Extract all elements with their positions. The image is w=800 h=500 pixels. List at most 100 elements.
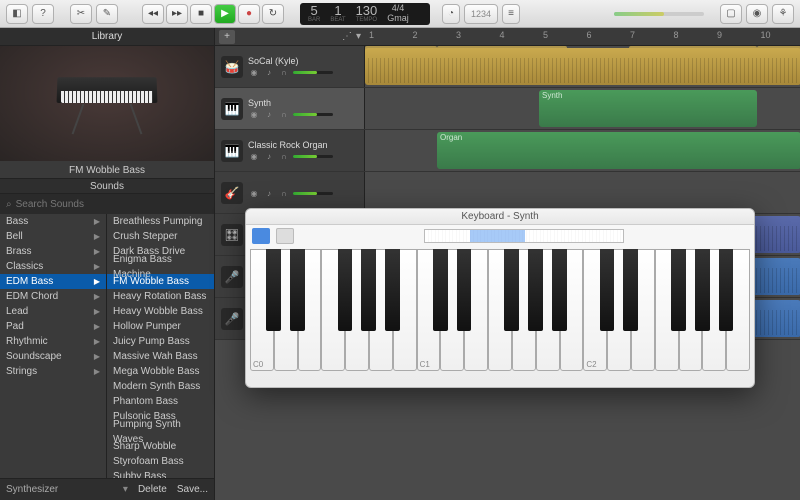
track-name: SoCal (Kyle) [248, 56, 358, 66]
track-volume[interactable] [293, 192, 333, 195]
category-row[interactable]: Bell▶ [0, 229, 106, 244]
patch-row[interactable]: Crush Stepper [107, 229, 214, 244]
solo-icon[interactable]: ♪ [263, 189, 275, 199]
black-key[interactable] [433, 249, 448, 331]
region[interactable]: Organ [437, 132, 800, 169]
region[interactable]: Synth [539, 90, 757, 127]
patch-row[interactable]: Heavy Wobble Bass [107, 304, 214, 319]
stop-button[interactable]: ■ [190, 4, 212, 24]
delete-button[interactable]: Delete [138, 484, 167, 495]
headphone-icon[interactable]: ∩ [278, 110, 290, 120]
black-key[interactable] [361, 249, 376, 331]
patch-row[interactable]: Heavy Rotation Bass [107, 289, 214, 304]
mute-icon[interactable]: ◉ [248, 152, 260, 162]
play-button[interactable]: ▶ [214, 4, 236, 24]
solo-icon[interactable]: ♪ [263, 110, 275, 120]
track-lane[interactable]: Synth [365, 88, 800, 129]
category-row[interactable]: EDM Chord▶ [0, 289, 106, 304]
search-sounds[interactable]: ⌕Search Sounds [0, 194, 214, 214]
patch-row[interactable]: Enigma Bass Machine [107, 259, 214, 274]
mute-icon[interactable]: ◉ [248, 189, 260, 199]
piano-keys[interactable]: C0C1C2 [250, 249, 750, 381]
headphone-icon[interactable]: ∩ [278, 68, 290, 78]
rewind-button[interactable]: ◂◂ [142, 4, 164, 24]
media-browser-icon[interactable]: ⚘ [772, 4, 794, 24]
track-lane[interactable] [365, 172, 800, 213]
track-lane[interactable]: IntroVerse 1ChorusVerse 2 [365, 46, 800, 87]
toolbar: ◧ ? ✂ ✎ ◂◂ ▸▸ ■ ▶ ● ↻ 5BAR 1BEAT 130TEMP… [0, 0, 800, 28]
help-icon[interactable]: ? [32, 4, 54, 24]
ruler-mark: 4 [500, 30, 505, 40]
category-row[interactable]: Strings▶ [0, 364, 106, 379]
track-volume[interactable] [293, 71, 333, 74]
category-row[interactable]: Soundscape▶ [0, 349, 106, 364]
track-lane[interactable]: Organ [365, 130, 800, 171]
catch-icon[interactable]: ▾ [356, 31, 361, 42]
patch-row[interactable]: Hollow Pumper [107, 319, 214, 334]
patch-row[interactable]: Styrofoam Bass [107, 454, 214, 469]
lcd-display[interactable]: 5BAR 1BEAT 130TEMPO 4/4Gmaj [300, 3, 430, 25]
solo-icon[interactable]: ♪ [263, 68, 275, 78]
mute-icon[interactable]: ◉ [248, 110, 260, 120]
headphone-icon[interactable]: ∩ [278, 152, 290, 162]
add-track-button[interactable]: + [219, 30, 235, 44]
automation-icon[interactable]: ⋰ [342, 31, 352, 42]
category-row[interactable]: Pad▶ [0, 319, 106, 334]
keyboard-typing-icon[interactable] [276, 228, 294, 244]
track-row[interactable]: 🥁SoCal (Kyle)◉♪∩IntroVerse 1ChorusVerse … [215, 46, 800, 88]
track-row[interactable]: 🎹Synth◉♪∩Synth [215, 88, 800, 130]
black-key[interactable] [552, 249, 567, 331]
patch-row[interactable]: Mega Wobble Bass [107, 364, 214, 379]
black-key[interactable] [504, 249, 519, 331]
ruler-mark: 5 [543, 30, 548, 40]
patch-row[interactable]: Breathless Pumping [107, 214, 214, 229]
mute-icon[interactable]: ◉ [248, 68, 260, 78]
black-key[interactable] [266, 249, 281, 331]
black-key[interactable] [385, 249, 400, 331]
black-key[interactable] [719, 249, 734, 331]
category-row[interactable]: EDM Bass▶ [0, 274, 106, 289]
keyboard-range-selector[interactable] [424, 229, 624, 243]
patch-row[interactable]: Phantom Bass [107, 394, 214, 409]
black-key[interactable] [457, 249, 472, 331]
count-in-icon[interactable]: ≡ [502, 4, 520, 24]
black-key[interactable] [695, 249, 710, 331]
library-toggle[interactable]: ◧ [6, 4, 28, 24]
master-volume[interactable] [614, 12, 704, 16]
cycle-button[interactable]: ↻ [262, 4, 284, 24]
patch-row[interactable]: Pumping Synth Waves [107, 424, 214, 439]
metronome-icon[interactable]: ◔ [442, 4, 460, 24]
category-row[interactable]: Rhythmic▶ [0, 334, 106, 349]
region[interactable] [365, 48, 800, 85]
save-button[interactable]: Save... [177, 484, 208, 495]
edit-icon[interactable]: ✎ [96, 4, 118, 24]
patch-row[interactable]: Juicy Pump Bass [107, 334, 214, 349]
forward-button[interactable]: ▸▸ [166, 4, 188, 24]
record-button[interactable]: ● [238, 4, 260, 24]
timeline-ruler[interactable]: 12345678910 [365, 28, 800, 45]
scissors-icon[interactable]: ✂ [70, 4, 92, 24]
category-row[interactable]: Brass▶ [0, 244, 106, 259]
track-volume[interactable] [293, 113, 333, 116]
tuner-button[interactable]: 1234 [464, 4, 498, 24]
black-key[interactable] [623, 249, 638, 331]
black-key[interactable] [338, 249, 353, 331]
track-icon: 🎤 [221, 266, 243, 288]
patch-row[interactable]: Massive Wah Bass [107, 349, 214, 364]
keyboard-mode-icon[interactable] [252, 228, 270, 244]
patch-row[interactable]: Modern Synth Bass [107, 379, 214, 394]
black-key[interactable] [528, 249, 543, 331]
chevron-down-icon[interactable]: ▾ [123, 484, 128, 495]
track-row[interactable]: 🎹Classic Rock Organ◉♪∩Organ [215, 130, 800, 172]
notepad-icon[interactable]: ▢ [720, 4, 742, 24]
category-row[interactable]: Lead▶ [0, 304, 106, 319]
track-volume[interactable] [293, 155, 333, 158]
loop-browser-icon[interactable]: ◉ [746, 4, 768, 24]
category-row[interactable]: Classics▶ [0, 259, 106, 274]
black-key[interactable] [671, 249, 686, 331]
black-key[interactable] [290, 249, 305, 331]
headphone-icon[interactable]: ∩ [278, 189, 290, 199]
category-row[interactable]: Bass▶ [0, 214, 106, 229]
solo-icon[interactable]: ♪ [263, 152, 275, 162]
black-key[interactable] [600, 249, 615, 331]
